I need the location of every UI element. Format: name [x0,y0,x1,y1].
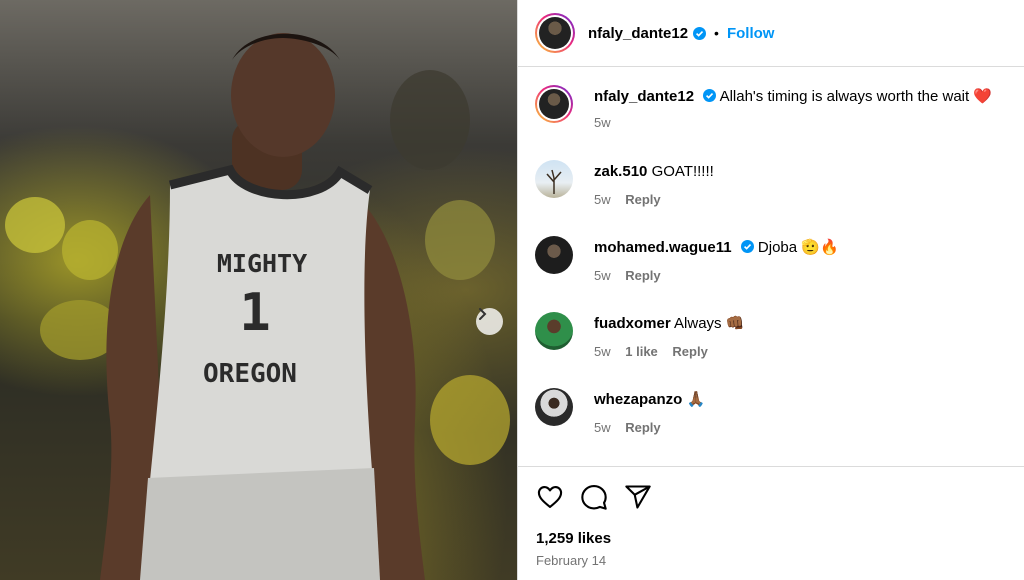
comment-meta: 5w Reply [594,420,672,435]
post-footer: 1,259 likes February 14 [518,466,1024,580]
comment-avatar[interactable] [535,160,573,198]
comment-avatar[interactable] [535,236,573,274]
verified-badge-icon [740,240,754,253]
comment-emoji: 🙏🏾 [686,391,706,408]
jersey-top-text: MIGHTY [217,249,307,278]
caption-body: Allah's timing is always worth the wait [719,88,970,105]
action-bar [536,483,652,511]
comment-time: 5w [594,192,611,207]
comment-username[interactable]: zak.510 [594,163,647,180]
post-date[interactable]: February 14 [536,553,606,568]
jersey-bottom-text: OREGON [203,359,297,389]
comment-body: GOAT!!!!! [651,163,714,180]
post-photo: MIGHTY 1 OREGON [0,0,517,580]
heart-icon[interactable] [536,483,564,511]
comment-time: 5w [594,268,611,283]
comment-text: whezapanzo 🙏🏾 [594,390,1014,410]
comment-username[interactable]: whezapanzo [594,391,682,408]
post-side-panel: nfaly_dante12 • Follow nfaly_dante12 All… [517,0,1024,580]
post-header: nfaly_dante12 • Follow [518,0,1024,67]
caption-username[interactable]: nfaly_dante12 [594,88,694,105]
caption-meta: 5w [594,115,622,130]
comment-meta: 5w Reply [594,268,672,283]
author-avatar[interactable] [535,13,575,53]
comment-body: Always [674,315,722,332]
caption-time: 5w [594,115,611,130]
comment-text: mohamed.wague11 Djoba 🫡🔥 [594,238,1014,258]
comments-list[interactable]: nfaly_dante12 Allah's timing is always w… [518,68,1024,465]
comment-time: 5w [594,420,611,435]
reply-button[interactable]: Reply [625,420,660,435]
heart-emoji: ❤️ [973,88,993,105]
comment-text: fuadxomer Always 👊🏾 [594,314,1014,334]
chevron-right-icon [479,308,487,320]
comment-meta: 5w 1 like Reply [594,344,719,359]
follow-button[interactable]: Follow [727,25,775,42]
comment-time: 5w [594,344,611,359]
jersey-number-text: 1 [239,283,270,343]
comment-body: Djoba [757,239,798,256]
player-illustration: MIGHTY 1 OREGON [5,33,510,580]
comment-avatar[interactable] [535,388,573,426]
comment-text: zak.510 GOAT!!!!! [594,162,1014,182]
comment-bubble-icon[interactable] [580,483,608,511]
comment-meta: 5w Reply [594,192,672,207]
paper-plane-icon[interactable] [624,483,652,511]
comment-emoji: 🫡🔥 [801,239,839,256]
reply-button[interactable]: Reply [672,344,707,359]
header-separator: • [714,25,719,41]
likes-count[interactable]: 1,259 likes [536,530,611,547]
reply-button[interactable]: Reply [625,192,660,207]
comment-emoji: 👊🏾 [725,315,745,332]
comment-username[interactable]: fuadxomer [594,315,671,332]
verified-badge-icon [703,89,717,102]
reply-button[interactable]: Reply [625,268,660,283]
verified-badge-icon [693,26,707,40]
comment-like-count[interactable]: 1 like [625,344,658,359]
comment-avatar[interactable] [535,312,573,350]
caption-avatar[interactable] [535,85,573,123]
carousel-next-button[interactable] [476,308,503,335]
caption-text: nfaly_dante12 Allah's timing is always w… [594,87,1014,107]
author-username[interactable]: nfaly_dante12 [588,25,688,42]
comment-username[interactable]: mohamed.wague11 [594,239,732,256]
